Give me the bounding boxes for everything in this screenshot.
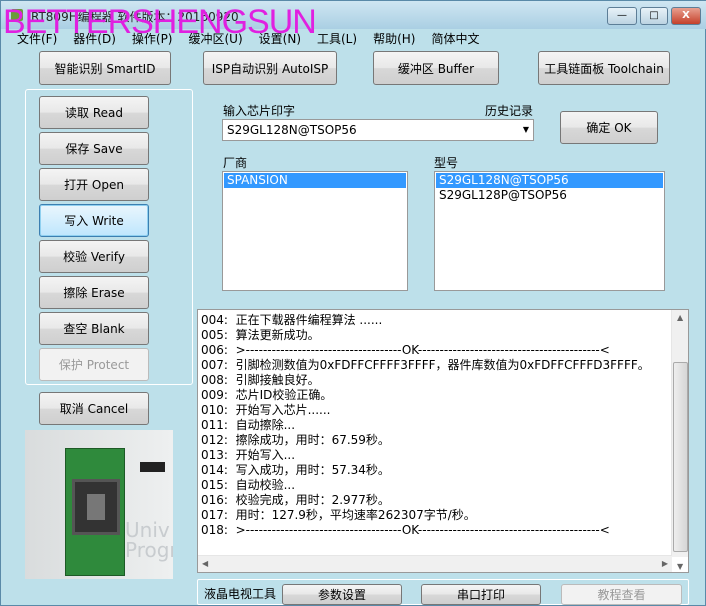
chip-input-combo[interactable]: S29GL128N@TSOP56 ▼	[222, 119, 534, 141]
log-line: 016: 校验完成，用时：2.977秒。	[201, 493, 390, 507]
model-label: 型号	[434, 156, 459, 170]
vendor-item[interactable]: SPANSION	[224, 173, 406, 188]
chip-input-label: 输入芯片印字	[223, 104, 296, 118]
params-button[interactable]: 参数设置	[282, 584, 402, 605]
autoisp-button[interactable]: ISP自动识别 AutoISP	[203, 51, 337, 85]
log-line: 008: 引脚接触良好。	[201, 373, 320, 387]
log-line: 012: 擦除成功，用时：67.59秒。	[201, 433, 390, 447]
model-item[interactable]: S29GL128N@TSOP56	[436, 173, 663, 188]
minimize-button[interactable]: —	[607, 7, 637, 25]
chip-input-value: S29GL128N@TSOP56	[227, 123, 357, 137]
close-button[interactable]: X	[671, 7, 701, 25]
log-line: 013: 开始写入...	[201, 448, 296, 462]
serial-print-button[interactable]: 串口打印	[421, 584, 541, 605]
log-text: 004: 正在下载器件编程算法 ...... 005: 算法更新成功。 006: >…	[201, 313, 650, 538]
maximize-button[interactable]: □	[640, 7, 668, 25]
log-line: 004: 正在下载器件编程算法 ......	[201, 313, 383, 327]
scroll-right-icon[interactable]: ▶	[662, 559, 668, 568]
log-line: 014: 写入成功，用时：57.34秒。	[201, 463, 390, 477]
chip-image	[87, 494, 105, 520]
toolchain-button[interactable]: 工具链面板 Toolchain	[538, 51, 670, 85]
menu-language[interactable]: 简体中文	[423, 30, 487, 48]
log-line: 017: 用时：127.9秒，平均速率262307字节/秒。	[201, 508, 476, 522]
erase-button[interactable]: 擦除 Erase	[39, 276, 149, 309]
read-button[interactable]: 读取 Read	[39, 96, 149, 129]
menu-help[interactable]: 帮助(H)	[365, 30, 423, 48]
vertical-scrollbar[interactable]: ▲ ▼	[671, 310, 688, 571]
app-icon	[11, 9, 23, 21]
log-line: 007: 引脚检测数值为0xFDFFCFFFF3FFFF，器件库数值为0xFDF…	[201, 358, 650, 372]
menu-bar: 文件(F) 器件(D) 操作(P) 缓冲区(U) 设置(N) 工具(L) 帮助(…	[9, 30, 487, 48]
verify-button[interactable]: 校验 Verify	[39, 240, 149, 273]
log-line: 011: 自动擦除...	[201, 418, 296, 432]
scroll-up-icon[interactable]: ▲	[677, 313, 683, 322]
cancel-button[interactable]: 取消 Cancel	[39, 392, 149, 425]
log-output[interactable]: 004: 正在下载器件编程算法 ...... 005: 算法更新成功。 006: >…	[197, 309, 689, 573]
history-label: 历史记录	[485, 104, 534, 118]
open-button[interactable]: 打开 Open	[39, 168, 149, 201]
model-item[interactable]: S29GL128P@TSOP56	[436, 188, 663, 203]
dropdown-arrow-icon[interactable]: ▼	[523, 125, 529, 134]
write-button[interactable]: 写入 Write	[39, 204, 149, 237]
pcb-image	[65, 448, 125, 576]
menu-operation[interactable]: 操作(P)	[124, 30, 181, 48]
log-line: 010: 开始写入芯片......	[201, 403, 331, 417]
menu-file[interactable]: 文件(F)	[9, 30, 65, 48]
blank-button[interactable]: 查空 Blank	[39, 312, 149, 345]
log-line: 018: >----------------------------------…	[201, 523, 610, 537]
socket-image	[72, 479, 120, 535]
scroll-thumb[interactable]	[673, 362, 688, 552]
buffer-button[interactable]: 缓冲区 Buffer	[373, 51, 499, 85]
title-bar: RT809H编程器 软件版本：20160920 — □ X	[1, 1, 706, 29]
adapter-photo: UnivProgra	[25, 430, 173, 579]
menu-device[interactable]: 器件(D)	[65, 30, 124, 48]
log-line: 009: 芯片ID校验正确。	[201, 388, 333, 402]
menu-tools[interactable]: 工具(L)	[309, 30, 365, 48]
ok-button[interactable]: 确定 OK	[560, 111, 658, 144]
menu-buffer[interactable]: 缓冲区(U)	[181, 30, 251, 48]
smartid-button[interactable]: 智能识别 SmartID	[39, 51, 171, 85]
save-button[interactable]: 保存 Save	[39, 132, 149, 165]
log-line: 015: 自动校验...	[201, 478, 296, 492]
protect-button[interactable]: 保护 Protect	[39, 348, 149, 381]
photo-background-text: UnivProgra	[125, 518, 173, 562]
model-list[interactable]: S29GL128N@TSOP56 S29GL128P@TSOP56	[434, 171, 665, 291]
vendor-label: 厂商	[223, 156, 248, 170]
log-line: 006: >----------------------------------…	[201, 343, 610, 357]
window-title: RT809H编程器 软件版本：20160920	[31, 10, 239, 24]
vendor-list[interactable]: SPANSION	[222, 171, 408, 291]
main-window: RT809H编程器 软件版本：20160920 — □ X BETTERSHEN…	[0, 0, 706, 606]
header-pins-image	[140, 462, 165, 472]
log-line: 005: 算法更新成功。	[201, 328, 320, 342]
menu-settings[interactable]: 设置(N)	[251, 30, 309, 48]
scroll-left-icon[interactable]: ◀	[202, 559, 208, 568]
lcd-tools-label: 液晶电视工具	[204, 587, 277, 601]
tutorial-button[interactable]: 教程查看	[561, 584, 682, 605]
scroll-down-icon[interactable]: ▼	[677, 562, 683, 571]
horizontal-scrollbar[interactable]: ◀ ▶	[198, 555, 672, 572]
